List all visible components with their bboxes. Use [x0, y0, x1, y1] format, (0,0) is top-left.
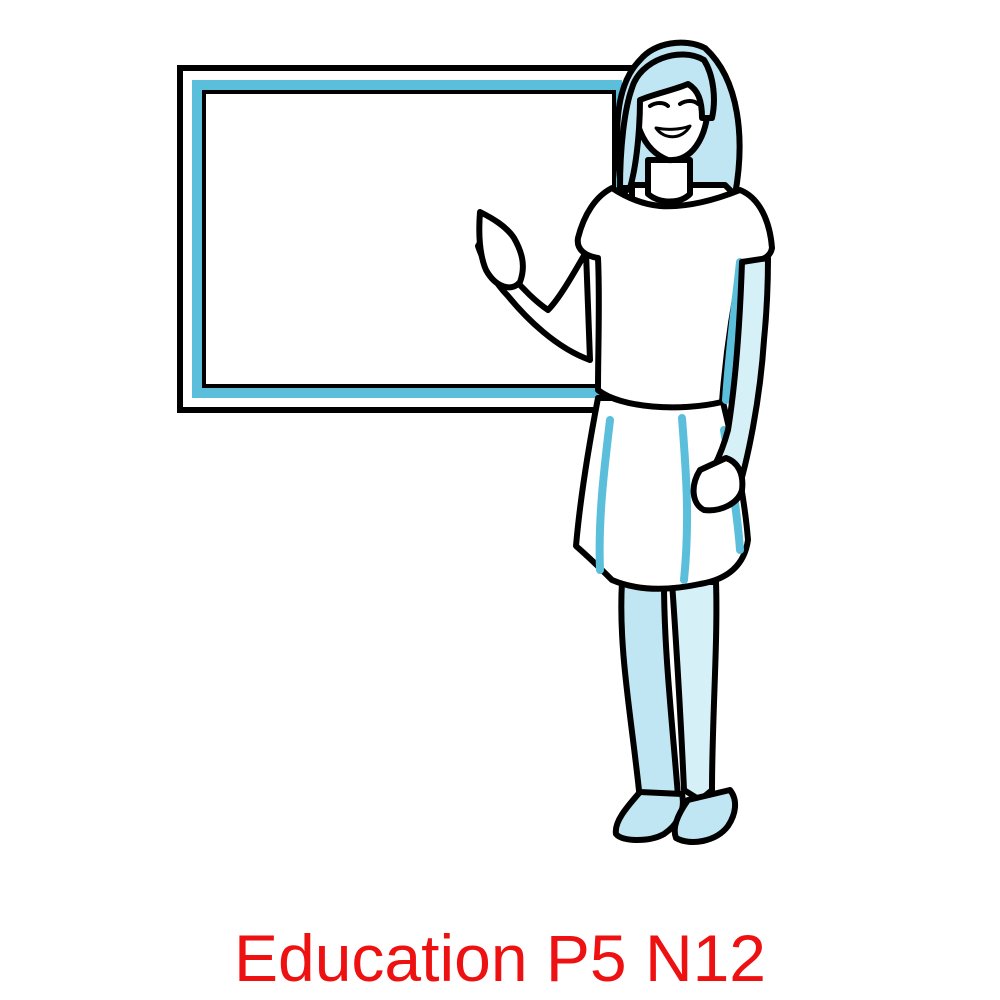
picture-canvas: Education P5 N12 [0, 0, 1000, 1000]
teacher-illustration [177, 39, 775, 845]
leg-left [618, 579, 681, 811]
board-icon [177, 65, 635, 413]
leg-right [669, 579, 720, 803]
neck [645, 157, 693, 205]
caption-title: Education P5 N12 [233, 921, 767, 995]
